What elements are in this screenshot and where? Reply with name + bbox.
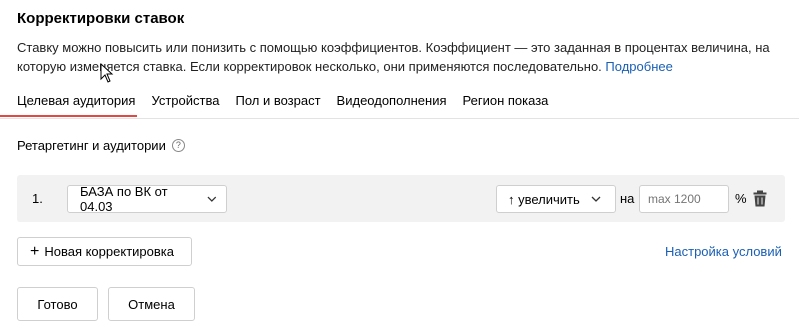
section-label-text: Ретаргетинг и аудитории	[17, 138, 166, 153]
mouse-cursor-icon	[100, 63, 114, 83]
tab-devices[interactable]: Устройства	[151, 93, 219, 114]
tab-target-audience[interactable]: Целевая аудитория	[17, 93, 135, 114]
active-tab-indicator	[0, 115, 137, 117]
tab-region[interactable]: Регион показа	[463, 93, 549, 114]
section-label: Ретаргетинг и аудитории ?	[17, 138, 185, 153]
more-link[interactable]: Подробнее	[605, 59, 672, 74]
adjustment-row: 1. БАЗА по ВК от 04.03 ↑ увеличить на %	[17, 175, 785, 222]
chevron-down-icon	[591, 196, 601, 202]
question-circle-icon[interactable]: ?	[171, 139, 185, 152]
done-button[interactable]: Готово	[17, 287, 98, 321]
tab-video-extensions[interactable]: Видеодополнения	[337, 93, 447, 114]
add-adjustment-label: Новая корректировка	[44, 244, 174, 259]
audience-select-value: БАЗА по ВК от 04.03	[80, 184, 168, 214]
chevron-down-icon	[207, 196, 217, 202]
dialog-title: Корректировки ставок	[17, 10, 185, 27]
coefficient-input[interactable]	[639, 185, 729, 213]
cancel-button[interactable]: Отмена	[108, 287, 195, 321]
trash-icon[interactable]	[753, 190, 767, 207]
description: Ставку можно повысить или понизить с пом…	[17, 38, 787, 76]
tabs-divider	[0, 118, 799, 119]
on-label: на	[620, 191, 635, 206]
tab-gender-age[interactable]: Пол и возраст	[235, 93, 320, 114]
tabs-bar: Целевая аудитория Устройства Пол и возра…	[17, 93, 564, 114]
plus-icon: +	[30, 242, 40, 260]
audience-select[interactable]: БАЗА по ВК от 04.03	[67, 184, 227, 214]
percent-label: %	[735, 191, 747, 206]
direction-select-value: ↑ увеличить	[508, 191, 580, 207]
row-number: 1.	[32, 191, 43, 206]
add-adjustment-button[interactable]: + Новая корректировка	[17, 237, 192, 266]
conditions-settings-link[interactable]: Настройка условий	[665, 244, 782, 259]
direction-select[interactable]: ↑ увеличить	[496, 185, 616, 213]
